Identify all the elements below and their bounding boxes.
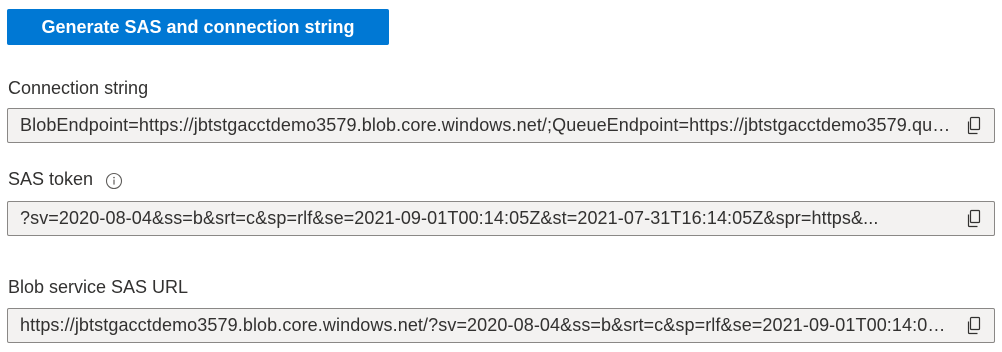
info-icon[interactable] bbox=[105, 172, 123, 189]
generate-sas-button[interactable]: Generate SAS and connection string bbox=[7, 9, 389, 45]
sas-token-field[interactable]: ?sv=2020-08-04&ss=b&srt=c&sp=rlf&se=2021… bbox=[7, 201, 995, 236]
copy-icon bbox=[965, 116, 983, 136]
sas-token-value[interactable]: ?sv=2020-08-04&ss=b&srt=c&sp=rlf&se=2021… bbox=[8, 208, 954, 229]
copy-icon bbox=[965, 209, 983, 229]
sas-generation-panel: Generate SAS and connection string Conne… bbox=[0, 0, 1002, 352]
blob-sas-url-field[interactable]: https://jbtstgacctdemo3579.blob.core.win… bbox=[7, 308, 995, 343]
sas-token-label: SAS token bbox=[8, 169, 123, 190]
blob-sas-url-label-text: Blob service SAS URL bbox=[8, 277, 189, 297]
connection-string-label: Connection string bbox=[8, 78, 148, 99]
sas-token-label-text: SAS token bbox=[8, 169, 94, 189]
blob-sas-url-label: Blob service SAS URL bbox=[8, 277, 188, 298]
connection-string-value[interactable]: BlobEndpoint=https://jbtstgacctdemo3579.… bbox=[8, 115, 954, 136]
copy-icon bbox=[965, 316, 983, 336]
copy-blob-sas-url-button[interactable] bbox=[954, 309, 994, 342]
connection-string-label-text: Connection string bbox=[8, 78, 149, 98]
blob-sas-url-value[interactable]: https://jbtstgacctdemo3579.blob.core.win… bbox=[8, 315, 954, 336]
connection-string-field[interactable]: BlobEndpoint=https://jbtstgacctdemo3579.… bbox=[7, 108, 995, 143]
copy-sas-token-button[interactable] bbox=[954, 202, 994, 235]
copy-connection-string-button[interactable] bbox=[954, 109, 994, 142]
